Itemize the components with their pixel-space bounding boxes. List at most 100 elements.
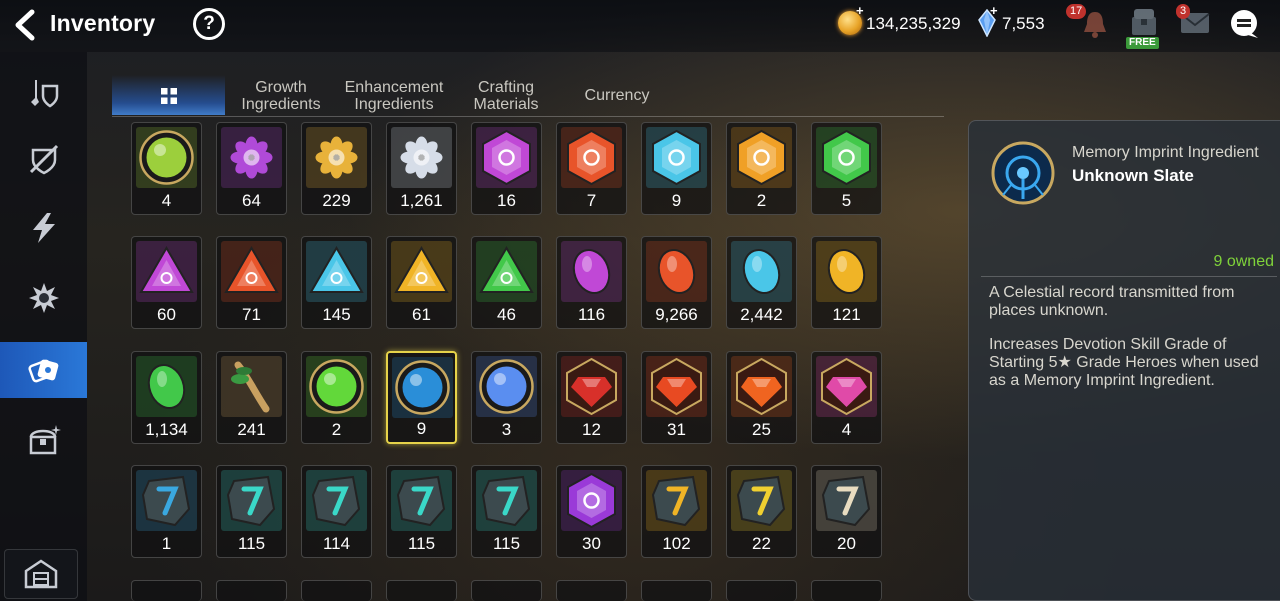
inventory-slot[interactable]: 102 xyxy=(641,465,712,558)
tab-label: Ingredients xyxy=(354,96,434,113)
equipment-icon xyxy=(30,80,58,108)
inventory-slot[interactable]: 25 xyxy=(726,351,797,444)
sidebar-item-catalysts[interactable] xyxy=(0,200,87,256)
inventory-slot[interactable] xyxy=(216,580,287,601)
fire-rune-oval-icon xyxy=(646,241,707,302)
inventory-slot[interactable]: 2 xyxy=(301,351,372,444)
inventory-slot[interactable]: 229 xyxy=(301,122,372,215)
green-orb-icon xyxy=(306,356,367,417)
item-count: 7 xyxy=(586,191,597,210)
inventory-slot[interactable]: 115 xyxy=(386,465,457,558)
silver-flower-icon xyxy=(391,127,452,188)
inventory-slot[interactable]: 115 xyxy=(216,465,287,558)
item-count: 115 xyxy=(492,534,521,553)
inventory-slot[interactable]: 145 xyxy=(301,236,372,329)
inventory-slot[interactable]: 7 xyxy=(556,122,627,215)
stone-rune-2-icon xyxy=(306,470,367,531)
purple-flower-icon xyxy=(221,127,282,188)
purple-cross-stone-icon xyxy=(561,470,622,531)
item-count: 121 xyxy=(832,305,861,324)
light-rune-oval-icon xyxy=(816,241,877,302)
moon-rune-oval-icon xyxy=(561,241,622,302)
sidebar-item-splash[interactable] xyxy=(0,270,87,326)
inventory-slot[interactable]: 1,134 xyxy=(131,351,202,444)
inventory-slot[interactable] xyxy=(301,580,372,601)
gold-hammer-stone-icon xyxy=(646,470,707,531)
inventory-slot[interactable]: 16 xyxy=(471,122,542,215)
gold-plus-icon[interactable]: + xyxy=(856,3,864,18)
inventory-slot[interactable] xyxy=(386,580,457,601)
splash-material-icon xyxy=(28,283,59,313)
inventory-slot[interactable]: 2,442 xyxy=(726,236,797,329)
free-label: FREE xyxy=(1126,37,1159,49)
item-count: 4 xyxy=(841,420,852,439)
storage-button[interactable] xyxy=(4,549,78,599)
item-count: 1,134 xyxy=(145,420,188,439)
back-arrow-icon[interactable] xyxy=(10,8,40,42)
item-count: 9 xyxy=(671,191,682,210)
tab-all[interactable] xyxy=(112,75,225,115)
tab-growth-ingredients[interactable]: Growth Ingredients xyxy=(234,75,328,119)
inventory-slot[interactable]: 116 xyxy=(556,236,627,329)
inventory-slot[interactable] xyxy=(471,580,542,601)
tab-crafting-materials[interactable]: Crafting Materials xyxy=(464,75,548,119)
help-icon[interactable]: ? xyxy=(193,8,225,40)
inventory-slot[interactable]: 121 xyxy=(811,236,882,329)
unknown-slate-icon xyxy=(991,141,1055,205)
inventory-slot[interactable]: 4 xyxy=(131,122,202,215)
earth-rune-hex-icon xyxy=(816,127,877,188)
red-hammer-gem-icon xyxy=(646,356,707,417)
crystal-plus-icon[interactable]: + xyxy=(990,3,998,18)
tab-label: Materials xyxy=(473,96,539,113)
item-count: 1 xyxy=(161,534,172,553)
tab-currency[interactable]: Currency xyxy=(572,75,662,127)
tab-label: Ingredients xyxy=(241,96,321,113)
inventory-slot[interactable]: 64 xyxy=(216,122,287,215)
inventory-slot[interactable]: 115 xyxy=(471,465,542,558)
light-rune-hex-icon xyxy=(731,127,792,188)
sidebar-item-artifacts[interactable] xyxy=(0,131,87,187)
inventory-slot[interactable]: 1 xyxy=(131,465,202,558)
item-count: 5 xyxy=(841,191,852,210)
item-count: 61 xyxy=(412,305,431,324)
inventory-slot[interactable]: 2 xyxy=(726,122,797,215)
chat-icon[interactable] xyxy=(1228,8,1260,40)
gold-flower-icon xyxy=(306,127,367,188)
inventory-slot[interactable]: 60 xyxy=(131,236,202,329)
orange-gem-icon xyxy=(731,356,792,417)
storage-house-icon xyxy=(24,559,58,589)
inventory-slot[interactable]: 61 xyxy=(386,236,457,329)
inventory-slot[interactable] xyxy=(811,580,882,601)
sidebar-item-equipment[interactable] xyxy=(0,65,87,121)
tab-enhancement-ingredients[interactable]: Enhancement Ingredients xyxy=(340,75,448,119)
sidebar-item-materials[interactable] xyxy=(0,342,87,398)
earth-rune-oval-icon xyxy=(136,356,197,417)
item-detail-panel: Memory Imprint Ingredient Unknown Slate … xyxy=(968,120,1280,601)
inventory-slot[interactable] xyxy=(641,580,712,601)
inventory-slot[interactable]: 30 xyxy=(556,465,627,558)
item-count: 102 xyxy=(662,534,691,553)
inventory-slot[interactable] xyxy=(556,580,627,601)
inventory-slot-selected[interactable]: 9 xyxy=(386,351,457,444)
inventory-slot[interactable]: 31 xyxy=(641,351,712,444)
artifact-icon xyxy=(29,144,58,175)
inventory-slot[interactable]: 22 xyxy=(726,465,797,558)
item-count: 30 xyxy=(582,534,601,553)
sidebar-item-chests[interactable] xyxy=(0,412,87,468)
inventory-slot[interactable] xyxy=(131,580,202,601)
inventory-slot[interactable]: 12 xyxy=(556,351,627,444)
inventory-slot[interactable]: 5 xyxy=(811,122,882,215)
item-count: 60 xyxy=(157,305,176,324)
inventory-slot[interactable]: 3 xyxy=(471,351,542,444)
inventory-slot[interactable] xyxy=(726,580,797,601)
inventory-slot[interactable]: 46 xyxy=(471,236,542,329)
inventory-slot[interactable]: 241 xyxy=(216,351,287,444)
inventory-slot[interactable]: 9 xyxy=(641,122,712,215)
inventory-slot[interactable]: 9,266 xyxy=(641,236,712,329)
inventory-slot[interactable]: 4 xyxy=(811,351,882,444)
inventory-slot[interactable]: 114 xyxy=(301,465,372,558)
inventory-slot[interactable]: 1,261 xyxy=(386,122,457,215)
inventory-slot[interactable]: 20 xyxy=(811,465,882,558)
inventory-slot[interactable]: 71 xyxy=(216,236,287,329)
free-chest-icon[interactable] xyxy=(1128,7,1160,37)
